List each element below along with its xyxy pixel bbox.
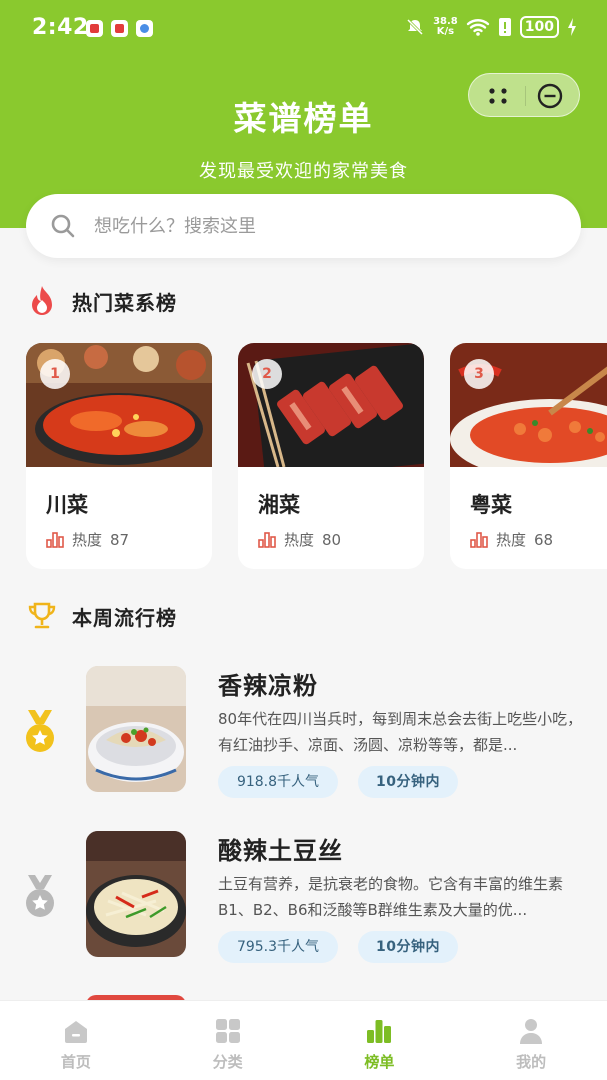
trend-list-item[interactable]: 香辣凉粉 80年代在四川当兵时，每到周末总会去街上吃些小吃，有红油抄手、凉面、汤… bbox=[0, 666, 607, 816]
cuisine-card[interactable]: 1 川菜 热度 87 bbox=[26, 343, 212, 569]
silver-medal-icon bbox=[26, 875, 54, 917]
section-title: 本周流行榜 bbox=[72, 605, 177, 630]
rank-badge: 2 bbox=[252, 359, 282, 389]
user-icon bbox=[520, 1019, 543, 1044]
app-notification-icon bbox=[136, 20, 153, 37]
charging-icon bbox=[568, 18, 576, 36]
heat-value: 87 bbox=[110, 530, 130, 549]
cuisine-name: 湘菜 bbox=[258, 493, 300, 517]
cook-time-tag: 10分钟内 bbox=[358, 931, 458, 963]
dish-name: 酸辣土豆丝 bbox=[218, 837, 343, 865]
rank-badge: 3 bbox=[464, 359, 494, 389]
heat-label: 热度 bbox=[496, 531, 527, 549]
notification-icons bbox=[86, 20, 153, 37]
cuisine-name: 粤菜 bbox=[470, 493, 512, 517]
page-subtitle: 发现最受欢迎的家常美食 bbox=[199, 161, 408, 182]
tab-label: 分类 bbox=[212, 1053, 243, 1071]
trophy-icon bbox=[28, 602, 56, 629]
tab-label: 榜单 bbox=[364, 1053, 395, 1071]
rank-badge: 1 bbox=[40, 359, 70, 389]
heat-label: 热度 bbox=[284, 531, 315, 549]
tab-profile[interactable]: 我的 bbox=[455, 1001, 607, 1080]
potato-shreds-thumbnail bbox=[86, 831, 186, 957]
tab-label: 首页 bbox=[60, 1053, 91, 1071]
alert-sim-icon bbox=[498, 18, 511, 36]
popularity-tag: 918.8千人气 bbox=[218, 766, 338, 798]
net-speed: 38.8 K/s bbox=[433, 17, 458, 37]
trend-list-item[interactable]: 酸辣土豆丝 土豆有营养，是抗衰老的食物。它含有丰富的维生素B1、B2、B6和泛酸… bbox=[0, 831, 607, 981]
status-bar: 2:42 38.8 K/s 100 bbox=[0, 0, 607, 58]
wifi-icon bbox=[466, 19, 489, 36]
net-speed-unit: K/s bbox=[436, 26, 455, 37]
bar-chart-icon bbox=[470, 531, 488, 548]
tab-ranking[interactable]: 榜单 bbox=[304, 1001, 456, 1080]
fire-icon bbox=[32, 286, 52, 315]
tab-home[interactable]: 首页 bbox=[0, 1001, 152, 1080]
ranking-icon bbox=[367, 1020, 392, 1043]
battery-indicator: 100 bbox=[519, 16, 559, 38]
heat-label: 热度 bbox=[72, 531, 103, 549]
app-notification-icon bbox=[86, 20, 103, 37]
dish-description: 80年代在四川当兵时，每到周末总会去街上吃些小吃，有红油抄手、凉面、汤圆、凉粉等… bbox=[218, 710, 583, 754]
search-input[interactable] bbox=[94, 208, 554, 244]
status-time: 2:42 bbox=[32, 15, 89, 40]
mute-icon bbox=[407, 18, 424, 36]
home-icon bbox=[64, 1021, 87, 1043]
heat-score: 热度 87 bbox=[46, 529, 129, 550]
status-right: 38.8 K/s 100 bbox=[405, 16, 577, 38]
heat-score: 热度 68 bbox=[470, 529, 553, 550]
bar-chart-icon bbox=[258, 531, 276, 548]
heat-score: 热度 80 bbox=[258, 529, 341, 550]
dish-description: 土豆有营养，是抗衰老的食物。它含有丰富的维生素B1、B2、B6和泛酸等B群维生素… bbox=[218, 875, 564, 919]
liangfen-thumbnail bbox=[86, 666, 186, 792]
weekly-trend-header: 本周流行榜 bbox=[26, 600, 177, 632]
heat-value: 80 bbox=[322, 530, 342, 549]
bottom-tab-bar: 首页 分类 榜单 我的 bbox=[0, 1000, 607, 1080]
cuisine-name: 川菜 bbox=[46, 493, 88, 517]
search-icon bbox=[51, 214, 75, 238]
bar-chart-icon bbox=[46, 531, 64, 548]
hot-cuisines-header: 热门菜系榜 bbox=[26, 284, 177, 318]
tab-category[interactable]: 分类 bbox=[152, 1001, 304, 1080]
app-notification-icon bbox=[111, 20, 128, 37]
popularity-tag: 795.3千人气 bbox=[218, 931, 338, 963]
cook-time-tag: 10分钟内 bbox=[358, 766, 458, 798]
search-bar[interactable] bbox=[26, 194, 581, 258]
dish-name: 香辣凉粉 bbox=[218, 672, 318, 700]
cuisine-card[interactable]: 3 粤菜 热度 68 bbox=[450, 343, 607, 569]
heat-value: 68 bbox=[534, 530, 554, 549]
section-title: 热门菜系榜 bbox=[72, 290, 177, 315]
page-title: 菜谱榜单 bbox=[233, 99, 374, 138]
grid-icon bbox=[215, 1019, 240, 1043]
tab-label: 我的 bbox=[516, 1053, 547, 1071]
gold-medal-icon bbox=[26, 710, 54, 752]
cuisine-card[interactable]: 2 湘菜 热度 80 bbox=[238, 343, 424, 569]
